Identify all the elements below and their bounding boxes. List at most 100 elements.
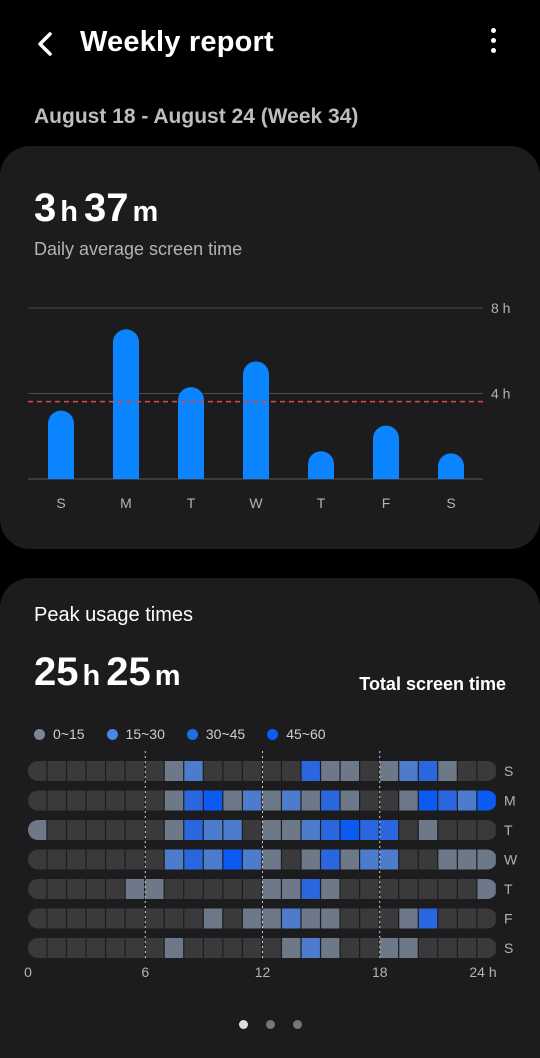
peak-usage-card: Peak usage times 25 h 25 m Total screen tim… xyxy=(0,578,540,1058)
daily-usage-bar-chart: 8 h 4 h S M T W T F S xyxy=(28,300,510,511)
heatmap-cell xyxy=(145,849,164,870)
day-label: W xyxy=(504,852,518,868)
heatmap-cell xyxy=(106,908,125,929)
heatmap-cell xyxy=(282,879,301,899)
heatmap-cell xyxy=(321,820,340,840)
heatmap-cell xyxy=(301,820,320,840)
heatmap-cell xyxy=(28,761,47,781)
legend-dot xyxy=(34,728,45,740)
heatmap-cell xyxy=(262,879,281,899)
heatmap-cell xyxy=(262,790,281,811)
heatmap-cell xyxy=(438,820,457,840)
heatmap-cell xyxy=(301,879,320,899)
heatmap-cell xyxy=(340,849,360,870)
heatmap-cell xyxy=(47,849,66,870)
heatmap-cell xyxy=(106,938,125,958)
heatmap-cell xyxy=(125,938,145,958)
heatmap-cell xyxy=(282,790,301,811)
heatmap-cell xyxy=(262,938,281,958)
heatmap-cell xyxy=(262,849,281,870)
chevron-left-icon xyxy=(38,32,52,56)
heatmap-cell xyxy=(203,790,223,811)
x-tick-label: T xyxy=(187,495,196,511)
heatmap-cell xyxy=(223,790,242,811)
daily-average-label: Daily average screen time xyxy=(34,239,243,259)
heatmap-cell xyxy=(28,879,47,899)
heatmap-cell xyxy=(184,908,203,929)
heatmap-cell xyxy=(418,908,438,929)
bar xyxy=(113,329,139,479)
heatmap-cell xyxy=(438,938,457,958)
heatmap-legend: 0~15 15~30 30~45 45~60 xyxy=(34,726,348,742)
page-dot[interactable] xyxy=(238,1020,248,1029)
heatmap-cell xyxy=(28,820,47,840)
heatmap-cell xyxy=(125,761,145,781)
day-label: T xyxy=(504,881,513,897)
peak-usage-heatmap: SMTWTFS0 6 12 18 24 h xyxy=(24,751,518,980)
x-tick-label: F xyxy=(382,495,391,511)
bar xyxy=(438,453,464,479)
page-dot[interactable] xyxy=(265,1020,275,1029)
heatmap-cell xyxy=(477,820,496,840)
x-tick-label: 6 xyxy=(141,964,149,980)
day-label: F xyxy=(504,911,513,927)
heatmap-cell xyxy=(203,908,223,929)
heatmap-cell xyxy=(418,820,438,840)
heatmap-cell xyxy=(340,938,360,958)
heatmap-cell xyxy=(477,849,496,870)
heatmap-cell xyxy=(438,761,457,781)
day-label: T xyxy=(504,822,513,838)
heatmap-cell xyxy=(67,908,86,929)
heatmap-cell xyxy=(184,938,203,958)
heatmap-cell xyxy=(457,820,477,840)
heatmap-cell xyxy=(86,820,105,840)
heatmap-cell xyxy=(301,849,320,870)
heatmap-cell xyxy=(106,879,125,899)
back-button[interactable] xyxy=(30,26,66,62)
heatmap-cell xyxy=(282,938,301,958)
heatmap-cell xyxy=(262,761,281,781)
heatmap-cell xyxy=(125,849,145,870)
heatmap-cell xyxy=(164,938,184,958)
more-options-button[interactable] xyxy=(478,28,508,60)
heatmap-cell xyxy=(379,790,399,811)
bar xyxy=(373,425,399,479)
heatmap-cell xyxy=(242,908,262,929)
heatmap-cell xyxy=(223,879,242,899)
heatmap-cell xyxy=(223,761,242,781)
heatmap-cell xyxy=(184,820,203,840)
heatmap-cell xyxy=(282,761,301,781)
heatmap-cell xyxy=(145,820,164,840)
x-tick-label: M xyxy=(120,495,132,511)
page-dot[interactable] xyxy=(292,1020,302,1029)
more-vertical-icon xyxy=(490,28,496,33)
heatmap-row xyxy=(28,790,496,811)
heatmap-cell xyxy=(125,790,145,811)
heatmap-cell xyxy=(438,849,457,870)
heatmap-cell xyxy=(477,879,496,899)
x-tick-label: S xyxy=(446,495,455,511)
heatmap-cell xyxy=(28,908,47,929)
heatmap-cell xyxy=(203,938,223,958)
heatmap-cell xyxy=(282,820,301,840)
daily-average-value: 3 h 37 m xyxy=(34,186,159,230)
heatmap-cell xyxy=(242,820,262,840)
heatmap-cell xyxy=(145,908,164,929)
heatmap-cell xyxy=(223,820,242,840)
heatmap-cell xyxy=(418,790,438,811)
heatmap-cell xyxy=(321,790,340,811)
heatmap-cell xyxy=(438,908,457,929)
heatmap-cell xyxy=(301,790,320,811)
heatmap-cell xyxy=(457,761,477,781)
heatmap-cell xyxy=(399,849,418,870)
bar xyxy=(243,361,269,479)
heatmap-cell xyxy=(242,790,262,811)
heatmap-cell xyxy=(477,790,496,811)
heatmap-cell xyxy=(145,790,164,811)
heatmap-cell xyxy=(477,908,496,929)
heatmap-cell xyxy=(301,938,320,958)
heatmap-cell xyxy=(145,761,164,781)
heatmap-cell xyxy=(145,879,164,899)
heatmap-cell xyxy=(321,908,340,929)
x-tick-label: S xyxy=(56,495,65,511)
